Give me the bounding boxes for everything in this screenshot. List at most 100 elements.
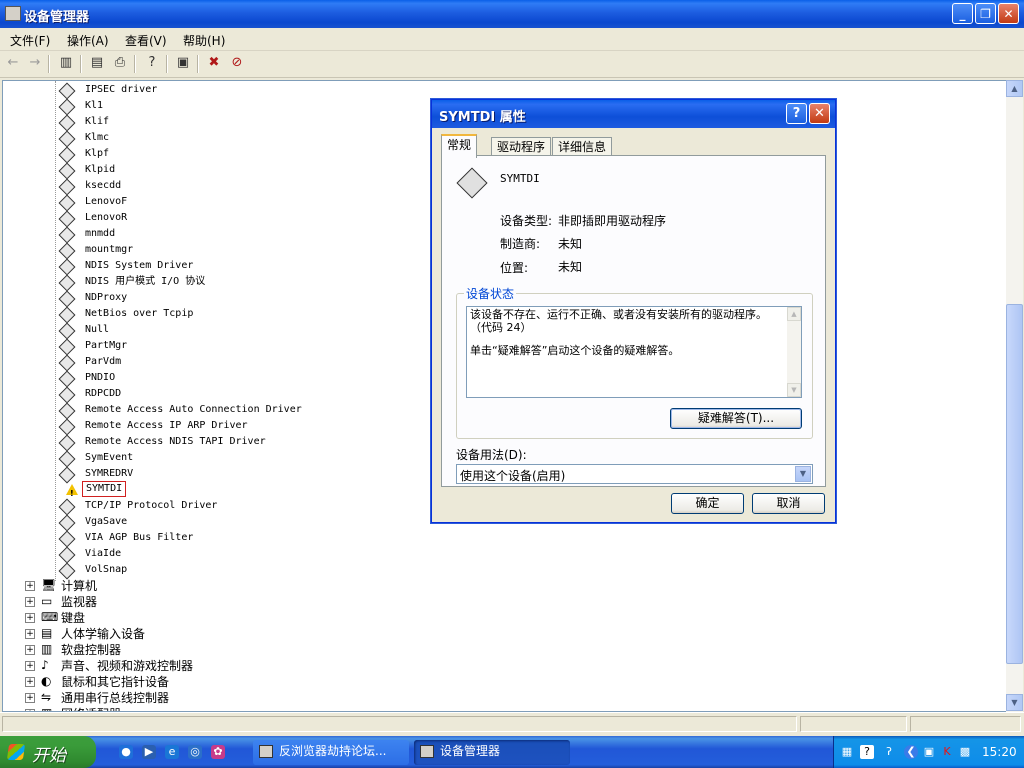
taskbar-item-forum[interactable]: 反浏览器劫持论坛... (253, 740, 409, 765)
status-scroll-down[interactable]: ▼ (787, 383, 801, 397)
tree-item-label: 键盘 (61, 611, 86, 625)
chevron-left-icon[interactable]: ❮ (904, 745, 918, 759)
tree-item-driver[interactable]: NDIS 用户模式 I/O 协议 (58, 274, 461, 292)
tree-item-driver[interactable]: Remote Access IP ARP Driver (58, 418, 461, 436)
quick-launch-icon[interactable]: ✿ (211, 745, 225, 759)
menu-view[interactable]: 查看(V) (125, 32, 167, 49)
tree-item-driver[interactable]: PNDIO (58, 370, 461, 388)
tree-item-driver[interactable]: Null (58, 322, 461, 340)
tree-item-driver[interactable]: TCP/IP Protocol Driver (58, 498, 461, 516)
scroll-thumb[interactable] (1006, 304, 1023, 664)
tree-item-category[interactable]: + ◐ 鼠标和其它指针设备 (25, 674, 325, 690)
antivirus-icon[interactable]: K (940, 745, 954, 759)
tab-general[interactable]: 常规 (441, 134, 478, 158)
tree-item-driver[interactable]: ! SYMTDI (61, 481, 461, 498)
internet-explorer-icon[interactable]: e (165, 745, 179, 759)
tree-item-category[interactable]: + ⌨ 键盘 (25, 610, 325, 626)
tree-item-driver[interactable]: ksecdd (58, 178, 461, 196)
help-icon[interactable]: ? (143, 55, 161, 71)
tree-item-driver[interactable]: LenovoF (58, 194, 461, 212)
menu-file[interactable]: 文件(F) (10, 32, 50, 49)
tree-item-driver[interactable]: SYMREDRV (58, 466, 461, 484)
tree-item-driver[interactable]: VIA AGP Bus Filter (58, 530, 461, 548)
chevron-down-icon[interactable]: ▼ (795, 466, 811, 482)
dialog-help-button[interactable]: ? (786, 103, 807, 124)
tree-item-driver[interactable]: RDPCDD (58, 386, 461, 404)
tree-item-driver[interactable]: ParVdm (58, 354, 461, 372)
tree-item-driver[interactable]: NDIS System Driver (58, 258, 461, 276)
status-scrollbar[interactable]: ▲ ▼ (787, 307, 801, 397)
properties-icon[interactable]: ▤ (88, 55, 106, 71)
tree-item-category[interactable]: + 🖥 计算机 (25, 578, 325, 594)
tree-item-category[interactable]: + ⇋ 通用串行总线控制器 (25, 690, 325, 706)
restore-button[interactable]: ❐ (975, 3, 996, 24)
tree-item-driver[interactable]: SymEvent (58, 450, 461, 468)
tree-item-category[interactable]: + ♪ 声音、视频和游戏控制器 (25, 658, 325, 674)
expand-icon[interactable]: + (25, 613, 35, 623)
start-button[interactable]: 开始 (0, 736, 96, 768)
tree-item-driver[interactable]: mountmgr (58, 242, 461, 260)
scroll-up-button[interactable]: ▲ (1006, 80, 1023, 97)
tree-item-driver[interactable]: NDProxy (58, 290, 461, 308)
menu-help[interactable]: 帮助(H) (183, 32, 225, 49)
tree-item-driver[interactable]: Klpid (58, 162, 461, 180)
print-icon[interactable]: ⎙ (111, 55, 129, 71)
browser-icon[interactable]: ◎ (188, 745, 202, 759)
tree-item-driver[interactable]: Klif (58, 114, 461, 132)
disable-icon[interactable]: ⊘ (228, 55, 246, 71)
tree-item-category[interactable]: + ▥ 软盘控制器 (25, 642, 325, 658)
tree-item-driver[interactable]: NetBios over Tcpip (58, 306, 461, 324)
status-scroll-up[interactable]: ▲ (787, 307, 801, 321)
tree-item-driver[interactable]: Klpf (58, 146, 461, 164)
media-player-icon[interactable]: ▶ (142, 745, 156, 759)
expand-icon[interactable]: + (25, 645, 35, 655)
tree-item-driver[interactable]: PartMgr (58, 338, 461, 356)
help-icon[interactable]: ? (860, 745, 874, 759)
security-icon[interactable]: ▩ (958, 745, 972, 759)
tree-item-driver[interactable]: VolSnap (58, 562, 461, 580)
tree-item-driver[interactable]: IPSEC driver (58, 82, 461, 100)
tree-item-driver[interactable]: Kl1 (58, 98, 461, 116)
taskbar-item-device-manager[interactable]: 设备管理器 (414, 740, 570, 765)
minimize-button[interactable]: _ (952, 3, 973, 24)
ok-button[interactable]: 确定 (671, 493, 744, 514)
tree-item-driver[interactable]: ViaIde (58, 546, 461, 564)
tree-item-label: LenovoR (85, 212, 128, 223)
tree-item-category[interactable]: + ▤ 人体学输入设备 (25, 626, 325, 642)
scroll-down-button[interactable]: ▼ (1006, 694, 1023, 711)
dialog-close-button[interactable]: ✕ (809, 103, 830, 124)
tree-item-driver[interactable]: Remote Access Auto Connection Driver (58, 402, 461, 420)
expand-icon[interactable]: + (25, 629, 35, 639)
troubleshoot-button[interactable]: 疑难解答(T)... (670, 408, 802, 429)
language-icon[interactable]: ʔ (882, 745, 896, 759)
expand-icon[interactable]: + (25, 677, 35, 687)
show-hide-tree-icon[interactable]: ▥ (57, 55, 75, 71)
expand-icon[interactable]: + (25, 661, 35, 671)
messenger-icon[interactable]: ● (119, 745, 133, 759)
tree-item-category[interactable]: + ▭ 监视器 (25, 594, 325, 610)
uninstall-icon[interactable]: ✖ (205, 55, 223, 71)
forward-icon[interactable]: → (26, 55, 44, 71)
back-icon[interactable]: ← (4, 55, 22, 71)
device-status-text[interactable]: 该设备不存在、运行不正确、或者没有安装所有的驱动程序。（代码 24） 单击“疑难… (466, 306, 802, 398)
device-usage-select[interactable]: 使用这个设备(启用) ▼ (456, 464, 813, 484)
expand-icon[interactable]: + (25, 597, 35, 607)
tree-item-driver[interactable]: Klmc (58, 130, 461, 148)
menu-action[interactable]: 操作(A) (67, 32, 109, 49)
scan-hardware-icon[interactable]: ▣ (174, 55, 192, 71)
tab-driver[interactable]: 驱动程序 (491, 137, 552, 156)
properties-dialog: SYMTDI 属性 ? ✕ 常规 驱动程序 详细信息 SYMTDI 设备类型: … (431, 99, 836, 523)
close-button[interactable]: ✕ (998, 3, 1019, 24)
tab-details[interactable]: 详细信息 (552, 137, 613, 156)
keyboard-icon[interactable]: ▦ (840, 745, 854, 759)
tree-item-driver[interactable]: LenovoR (58, 210, 461, 228)
expand-icon[interactable]: + (25, 693, 35, 703)
network-icon[interactable]: ▣ (922, 745, 936, 759)
tree-item-driver[interactable]: mnmdd (58, 226, 461, 244)
cancel-button[interactable]: 取消 (752, 493, 825, 514)
expand-icon[interactable]: + (25, 581, 35, 591)
tree-scrollbar[interactable]: ▲ ▼ (1006, 80, 1023, 712)
tree-item-driver[interactable]: VgaSave (58, 514, 461, 532)
tree-item-driver[interactable]: Remote Access NDIS TAPI Driver (58, 434, 461, 452)
sound-icon: ♪ (41, 658, 49, 672)
